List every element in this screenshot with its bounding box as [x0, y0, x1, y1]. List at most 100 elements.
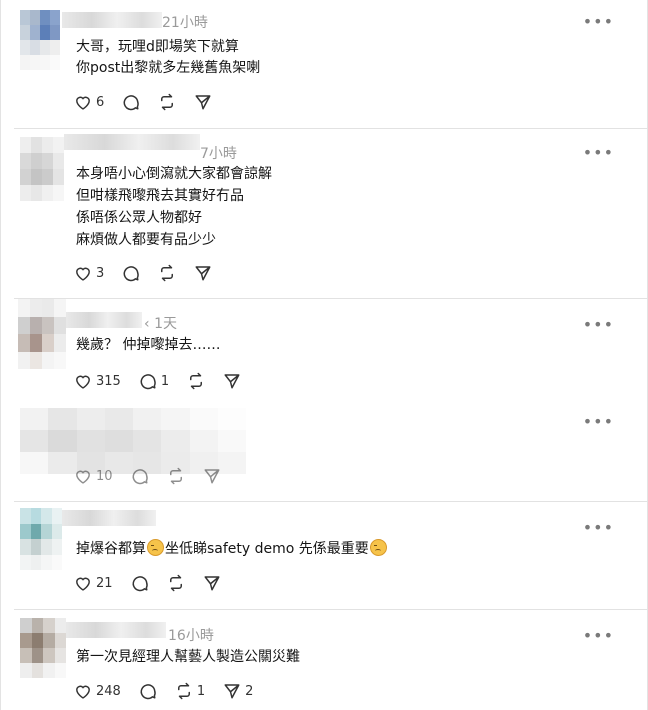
heart-outline-icon — [76, 96, 90, 110]
more-dots-icon[interactable]: ••• — [583, 628, 614, 644]
like-count: 315 — [96, 373, 121, 389]
comment-text-line: 第一次見經理人幫藝人製造公關災難 — [76, 649, 300, 665]
comment-item-3[interactable]: ‹ 1天 ••• 幾歲？ 仲掉嚟掉去…… 315 1 — [0, 299, 648, 404]
like-button[interactable]: 315 — [74, 373, 121, 389]
comment-text-part: 坐低睇safety demo 先係最重要 — [165, 541, 369, 557]
share-button[interactable] — [223, 372, 241, 390]
reply-button[interactable] — [139, 682, 157, 700]
comment-text-line: 本身唔小心倒瀉就大家都會諒解 — [76, 166, 272, 182]
comment-item-5[interactable]: ••• 掉爆谷都算 坐低睇safety demo 先係最重要 21 — [0, 502, 648, 610]
username-redacted — [62, 12, 162, 28]
reply-button[interactable] — [122, 93, 140, 111]
like-button[interactable]: 6 — [74, 94, 104, 110]
share-button[interactable]: 2 — [223, 682, 253, 700]
heart-outline-icon — [76, 267, 90, 281]
speech-bubble-icon — [140, 374, 156, 390]
comment-text-line: 你post出黎就多左幾舊魚架喇 — [76, 60, 261, 76]
repost-arrows-icon — [177, 682, 190, 700]
username-redacted — [64, 134, 200, 150]
repost-button[interactable] — [167, 467, 185, 485]
comment-text-line: 麻煩做人都要有品少少 — [76, 232, 216, 248]
share-button[interactable] — [203, 574, 221, 592]
avatar[interactable] — [20, 508, 62, 570]
like-count: 3 — [96, 265, 105, 281]
like-button[interactable]: 3 — [74, 265, 104, 281]
timestamp: 16小時 — [168, 628, 214, 644]
reply-count: 1 — [160, 373, 170, 389]
comment-item-1[interactable]: 21小時 ••• 大哥，玩哩d即場笑下就算 你post出黎就多左幾舊魚架喇 6 — [0, 0, 648, 128]
heart-outline-icon — [76, 375, 90, 389]
reply-button[interactable]: 1 — [139, 372, 169, 390]
comment-text-line: 掉爆谷都算 坐低睇safety demo 先係最重要 — [76, 539, 388, 559]
username-redacted — [66, 622, 166, 638]
comment-item-6[interactable]: 16小時 ••• 第一次見經理人幫藝人製造公關災難 248 1 2 — [0, 610, 648, 710]
like-count: 10 — [96, 468, 113, 484]
paper-plane-icon — [224, 374, 240, 389]
more-dots-icon[interactable]: ••• — [583, 414, 614, 430]
comment-text-line: 幾歲？ 仲掉嚟掉去…… — [76, 337, 221, 353]
like-button[interactable]: 21 — [74, 575, 113, 591]
paper-plane-icon — [195, 266, 211, 281]
reply-button[interactable] — [131, 467, 149, 485]
repost-arrows-icon — [190, 372, 203, 390]
share-button[interactable] — [203, 467, 221, 485]
like-count: 6 — [96, 94, 105, 110]
redacted-content — [20, 408, 246, 474]
avatar[interactable] — [20, 137, 64, 201]
paper-plane-icon — [204, 576, 220, 591]
heart-outline-icon — [76, 685, 90, 699]
like-button[interactable]: 248 — [74, 683, 121, 699]
timestamp: ‹ 1天 — [144, 316, 177, 332]
weary-face-emoji-icon — [147, 539, 164, 556]
more-dots-icon[interactable]: ••• — [583, 520, 614, 536]
repost-button[interactable] — [167, 574, 185, 592]
paper-plane-icon — [224, 684, 240, 699]
speech-bubble-icon — [140, 684, 156, 700]
repost-button[interactable] — [158, 264, 176, 282]
avatar[interactable] — [20, 10, 60, 70]
speech-bubble-icon — [132, 469, 148, 485]
more-dots-icon[interactable]: ••• — [583, 145, 614, 161]
action-bar: 315 1 — [74, 371, 259, 391]
like-button[interactable]: 10 — [74, 468, 113, 484]
timestamp: 21小時 — [162, 15, 208, 31]
comment-item-2[interactable]: 7小時 ••• 本身唔小心倒瀉就大家都會諒解 但咁樣飛嚟飛去其實好冇品 係唔係公… — [0, 129, 648, 299]
comment-item-4[interactable]: ••• 10 — [0, 404, 648, 502]
action-bar: 248 1 2 — [74, 681, 271, 701]
comment-text-line: 係唔係公眾人物都好 — [76, 210, 202, 226]
weary-face-emoji-icon — [369, 539, 387, 556]
timestamp: 7小時 — [200, 146, 237, 162]
username-redacted — [66, 312, 142, 328]
repost-button[interactable] — [158, 93, 176, 111]
repost-button[interactable] — [187, 372, 205, 390]
heart-outline-icon — [76, 470, 90, 484]
repost-arrows-icon — [169, 574, 182, 592]
speech-bubble-icon — [123, 95, 140, 111]
repost-arrows-icon — [161, 264, 174, 282]
repost-button[interactable]: 1 — [175, 682, 205, 700]
repost-count: 1 — [196, 683, 206, 699]
action-bar: 3 — [74, 263, 230, 283]
like-count: 248 — [96, 683, 121, 699]
repost-arrows-icon — [169, 467, 182, 485]
share-button[interactable] — [194, 93, 212, 111]
repost-arrows-icon — [161, 93, 174, 111]
action-bar: 6 — [74, 92, 230, 112]
share-button[interactable] — [194, 264, 212, 282]
comment-text-line: 大哥，玩哩d即場笑下就算 — [76, 39, 239, 55]
reply-button[interactable] — [122, 264, 140, 282]
reply-button[interactable] — [131, 574, 149, 592]
speech-bubble-icon — [123, 266, 140, 282]
username-redacted — [62, 510, 156, 526]
action-bar: 21 — [74, 573, 239, 593]
comment-text-line: 但咁樣飛嚟飛去其實好冇品 — [76, 188, 244, 204]
avatar[interactable] — [18, 299, 66, 369]
heart-outline-icon — [76, 577, 90, 591]
more-dots-icon[interactable]: ••• — [583, 14, 614, 30]
action-bar: 10 — [74, 466, 239, 486]
avatar[interactable] — [20, 618, 66, 678]
share-count: 2 — [245, 683, 254, 699]
more-dots-icon[interactable]: ••• — [583, 317, 614, 333]
paper-plane-icon — [204, 469, 220, 484]
like-count: 21 — [96, 575, 113, 591]
